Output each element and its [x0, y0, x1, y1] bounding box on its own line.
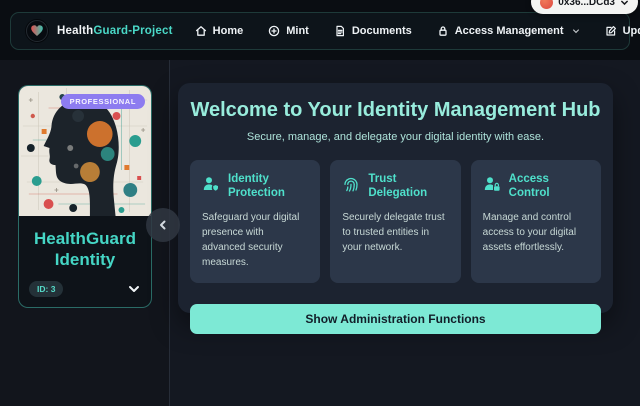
chevron-down-icon — [572, 27, 580, 35]
home-icon — [195, 25, 207, 37]
expand-card-chevron-icon[interactable] — [127, 282, 141, 296]
nav-item-home[interactable]: Home — [195, 25, 244, 37]
feature-title: Trust Delegation — [368, 173, 448, 201]
tier-badge: PROFESSIONAL — [61, 94, 145, 109]
brand[interactable]: HealthGuard-Project — [25, 19, 173, 43]
token-id-badge: ID: 3 — [29, 281, 63, 297]
brand-name: HealthGuard-Project — [57, 25, 173, 37]
user-lock-icon — [483, 175, 501, 198]
fingerprint-icon — [342, 175, 360, 198]
feature-description: Manage and control access to your digita… — [483, 210, 589, 255]
wallet-address: 0x36...DCd3 — [558, 0, 615, 8]
nav-item-mint[interactable]: Mint — [268, 25, 309, 37]
page-subtitle: Secure, manage, and delegate your digita… — [190, 131, 601, 143]
edit-icon — [605, 25, 617, 37]
user-shield-icon — [202, 175, 220, 198]
welcome-hub-card: Welcome to Your Identity Management Hub … — [178, 83, 613, 313]
feature-title: Access Control — [509, 173, 589, 201]
feature-cards: Identity Protection Safeguard your digit… — [190, 160, 601, 283]
feature-identity-protection: Identity Protection Safeguard your digit… — [190, 160, 320, 283]
show-admin-functions-button[interactable]: Show Administration Functions — [190, 304, 601, 334]
feature-description: Securely delegate trust to trusted entit… — [342, 210, 448, 255]
feature-trust-delegation: Trust Delegation Securely delegate trust… — [330, 160, 460, 283]
navbar: HealthGuard-Project Home Mint — [10, 12, 630, 50]
chevron-down-icon — [620, 0, 629, 7]
sidebar: PROFESSIONAL HealthGuard Identity ID: 3 — [0, 60, 170, 406]
feature-description: Safeguard your digital presence with adv… — [202, 210, 308, 270]
identity-artwork: PROFESSIONAL — [19, 86, 151, 216]
wallet-avatar — [540, 0, 553, 9]
plus-circle-icon — [268, 25, 280, 37]
nav-item-updateinfo[interactable]: UpdateInfo — [605, 25, 640, 37]
nav-label: Documents — [352, 25, 412, 37]
page-title: Welcome to Your Identity Management Hub — [190, 99, 601, 122]
nav-label: UpdateInfo — [623, 25, 640, 37]
feature-access-control: Access Control Manage and control access… — [471, 160, 601, 283]
wallet-pill[interactable]: 0x36...DCd3 — [531, 0, 638, 14]
nav-label: Home — [213, 25, 244, 37]
feature-title: Identity Protection — [228, 173, 308, 201]
identity-name: HealthGuard Identity — [29, 224, 141, 281]
content-area: PROFESSIONAL HealthGuard Identity ID: 3 … — [0, 60, 640, 406]
nav-label: Mint — [286, 25, 309, 37]
sidebar-collapse-button[interactable] — [146, 208, 180, 242]
document-icon — [334, 25, 346, 37]
identity-card-body: HealthGuard Identity ID: 3 — [19, 216, 151, 307]
nav-label: Access Management — [455, 25, 564, 37]
top-bar: HealthGuard-Project Home Mint — [0, 0, 640, 60]
lock-icon — [437, 25, 449, 37]
chevron-left-icon — [157, 219, 169, 231]
nav-items: Home Mint Documents — [195, 25, 640, 37]
main-area: Welcome to Your Identity Management Hub … — [170, 60, 640, 406]
nav-item-access-management[interactable]: Access Management — [437, 25, 580, 37]
heart-logo-icon — [25, 19, 49, 43]
nav-item-documents[interactable]: Documents — [334, 25, 412, 37]
identity-card[interactable]: PROFESSIONAL HealthGuard Identity ID: 3 — [18, 85, 152, 308]
